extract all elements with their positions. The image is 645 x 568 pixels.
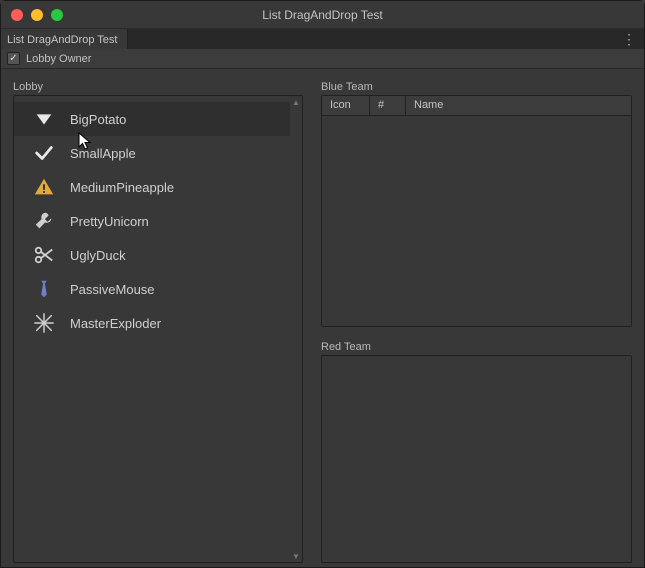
blue-team-label: Blue Team (321, 81, 632, 93)
blue-team-header: Icon # Name (322, 96, 631, 116)
column-header-number[interactable]: # (370, 96, 406, 115)
app-window: List DragAndDrop Test List DragAndDrop T… (0, 0, 645, 568)
lobby-panel: Lobby BigPotato SmallApple MediumPineapple… (13, 81, 303, 563)
list-item-label: MediumPineapple (70, 180, 174, 195)
zoom-window-button[interactable] (51, 9, 63, 21)
list-item-label: UglyDuck (70, 248, 126, 263)
list-item-label: MasterExploder (70, 316, 161, 331)
lobby-listbox[interactable]: BigPotato SmallApple MediumPineapple Pretty… (13, 95, 303, 563)
red-team-label: Red Team (321, 341, 632, 353)
traffic-lights (11, 9, 63, 21)
kebab-icon: ⋮ (622, 31, 636, 47)
list-item-label: BigPotato (70, 112, 126, 127)
list-item[interactable]: MasterExploder (14, 306, 302, 340)
red-team-listbox[interactable] (321, 355, 632, 563)
scroll-down-icon[interactable]: ▼ (290, 550, 302, 562)
tab-label: List DragAndDrop Test (7, 34, 117, 46)
tab-bar: List DragAndDrop Test ⋮ (1, 29, 644, 49)
tab-menu-button[interactable]: ⋮ (622, 32, 636, 46)
blue-team-listbox[interactable]: Icon # Name (321, 95, 632, 327)
list-item[interactable]: UglyDuck (14, 238, 302, 272)
teams-column: Blue Team Icon # Name Red Team (321, 81, 632, 563)
list-item[interactable]: BigPotato (14, 102, 302, 136)
lobby-panel-label: Lobby (13, 81, 303, 93)
main-area: Lobby BigPotato SmallApple MediumPineapple… (1, 69, 644, 567)
wrench-icon (32, 209, 56, 233)
list-item-label: PrettyUnicorn (70, 214, 149, 229)
list-item[interactable]: PassiveMouse (14, 272, 302, 306)
lobby-owner-label: Lobby Owner (26, 53, 91, 65)
warning-icon (32, 175, 56, 199)
red-team-panel: Red Team (321, 341, 632, 563)
tie-icon (32, 277, 56, 301)
lobby-owner-checkbox[interactable]: ✓ (7, 52, 20, 65)
minimize-window-button[interactable] (31, 9, 43, 21)
tab-list-draganddrop-test[interactable]: List DragAndDrop Test (1, 29, 128, 49)
snowflake-icon (32, 311, 56, 335)
check-icon: ✓ (9, 54, 17, 64)
lobby-scrollbar[interactable]: ▲ ▼ (290, 96, 302, 562)
list-item-label: SmallApple (70, 146, 136, 161)
column-header-icon[interactable]: Icon (322, 96, 370, 115)
scroll-up-icon[interactable]: ▲ (290, 96, 302, 108)
list-item[interactable]: PrettyUnicorn (14, 204, 302, 238)
close-window-button[interactable] (11, 9, 23, 21)
list-item-label: PassiveMouse (70, 282, 155, 297)
window-title: List DragAndDrop Test (1, 8, 644, 22)
column-header-name[interactable]: Name (406, 96, 631, 115)
options-row: ✓ Lobby Owner (1, 49, 644, 69)
blue-team-panel: Blue Team Icon # Name (321, 81, 632, 327)
list-item[interactable]: SmallApple (14, 136, 302, 170)
list-item[interactable]: MediumPineapple (14, 170, 302, 204)
check-icon (32, 141, 56, 165)
triangle-down-icon (32, 107, 56, 131)
titlebar: List DragAndDrop Test (1, 1, 644, 29)
scissors-icon (32, 243, 56, 267)
